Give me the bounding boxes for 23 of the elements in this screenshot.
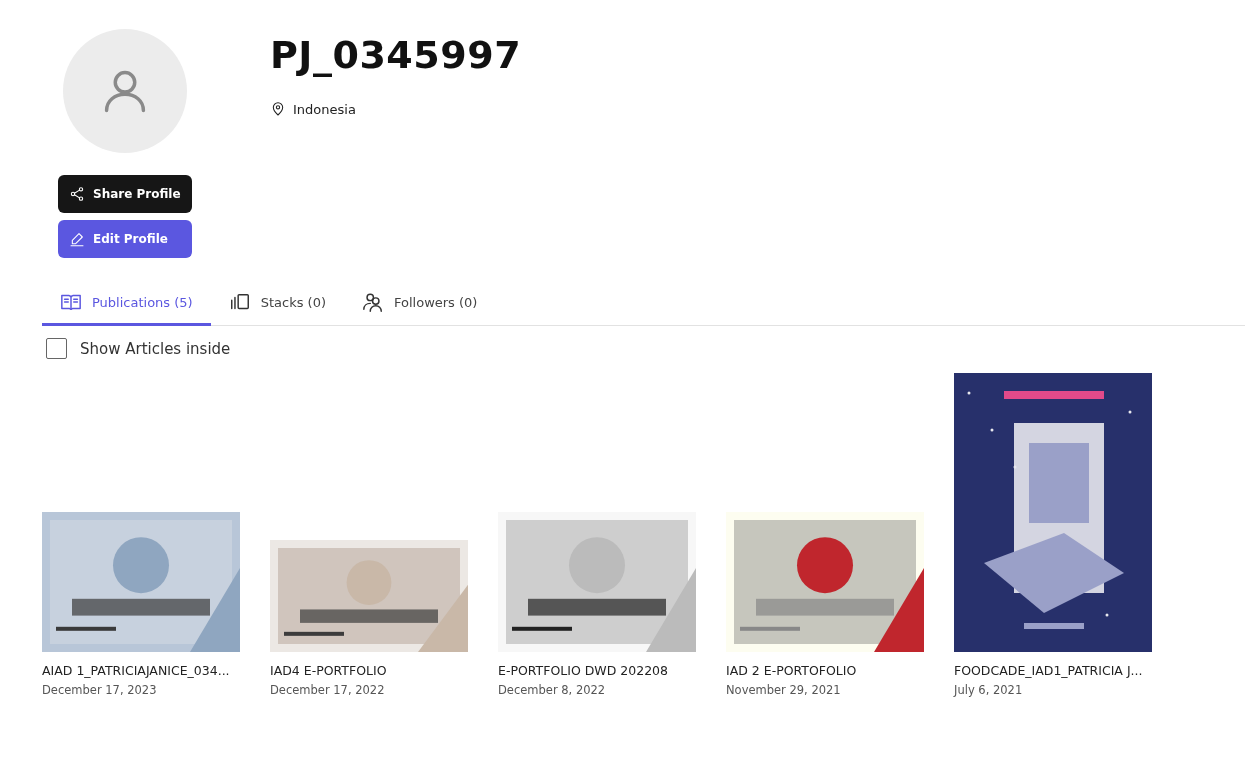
checkbox-label: Show Articles inside	[80, 339, 231, 358]
publication-date: December 17, 2022	[270, 683, 386, 697]
pencil-icon	[69, 231, 85, 247]
profile-name: PJ_0345997	[270, 33, 522, 77]
tab[interactable]: Followers (0)	[344, 291, 496, 326]
publication-title[interactable]: IAD 2 E-PORTOFOLIO	[726, 663, 924, 678]
publication-title[interactable]: IAD4 E-PORTFOLIO	[270, 663, 468, 678]
tab[interactable]: Stacks (0)	[210, 291, 344, 326]
publication-title[interactable]: FOODCADE_IAD1_PATRICIA J...	[954, 663, 1152, 678]
edit-button[interactable]: Edit Profile	[58, 220, 192, 258]
publication-date: July 6, 2021	[954, 683, 1024, 697]
publication-title[interactable]: E-PORTFOLIO DWD 202208	[498, 663, 696, 678]
checkbox[interactable]	[46, 338, 67, 359]
people-icon	[362, 291, 384, 313]
location-text: Indonesia	[293, 101, 356, 117]
share-button[interactable]: Share Profile	[58, 175, 192, 213]
publication-title[interactable]: AIAD 1_PATRICIAJANICE_034...	[42, 663, 240, 678]
share-icon	[69, 186, 85, 202]
publication-date: December 17, 2023	[42, 683, 158, 697]
tab[interactable]: Publications (5)	[42, 291, 211, 326]
location-pin-icon	[270, 101, 286, 117]
publication-date: December 8, 2022	[498, 683, 607, 697]
publication-date: November 29, 2021	[726, 683, 842, 697]
